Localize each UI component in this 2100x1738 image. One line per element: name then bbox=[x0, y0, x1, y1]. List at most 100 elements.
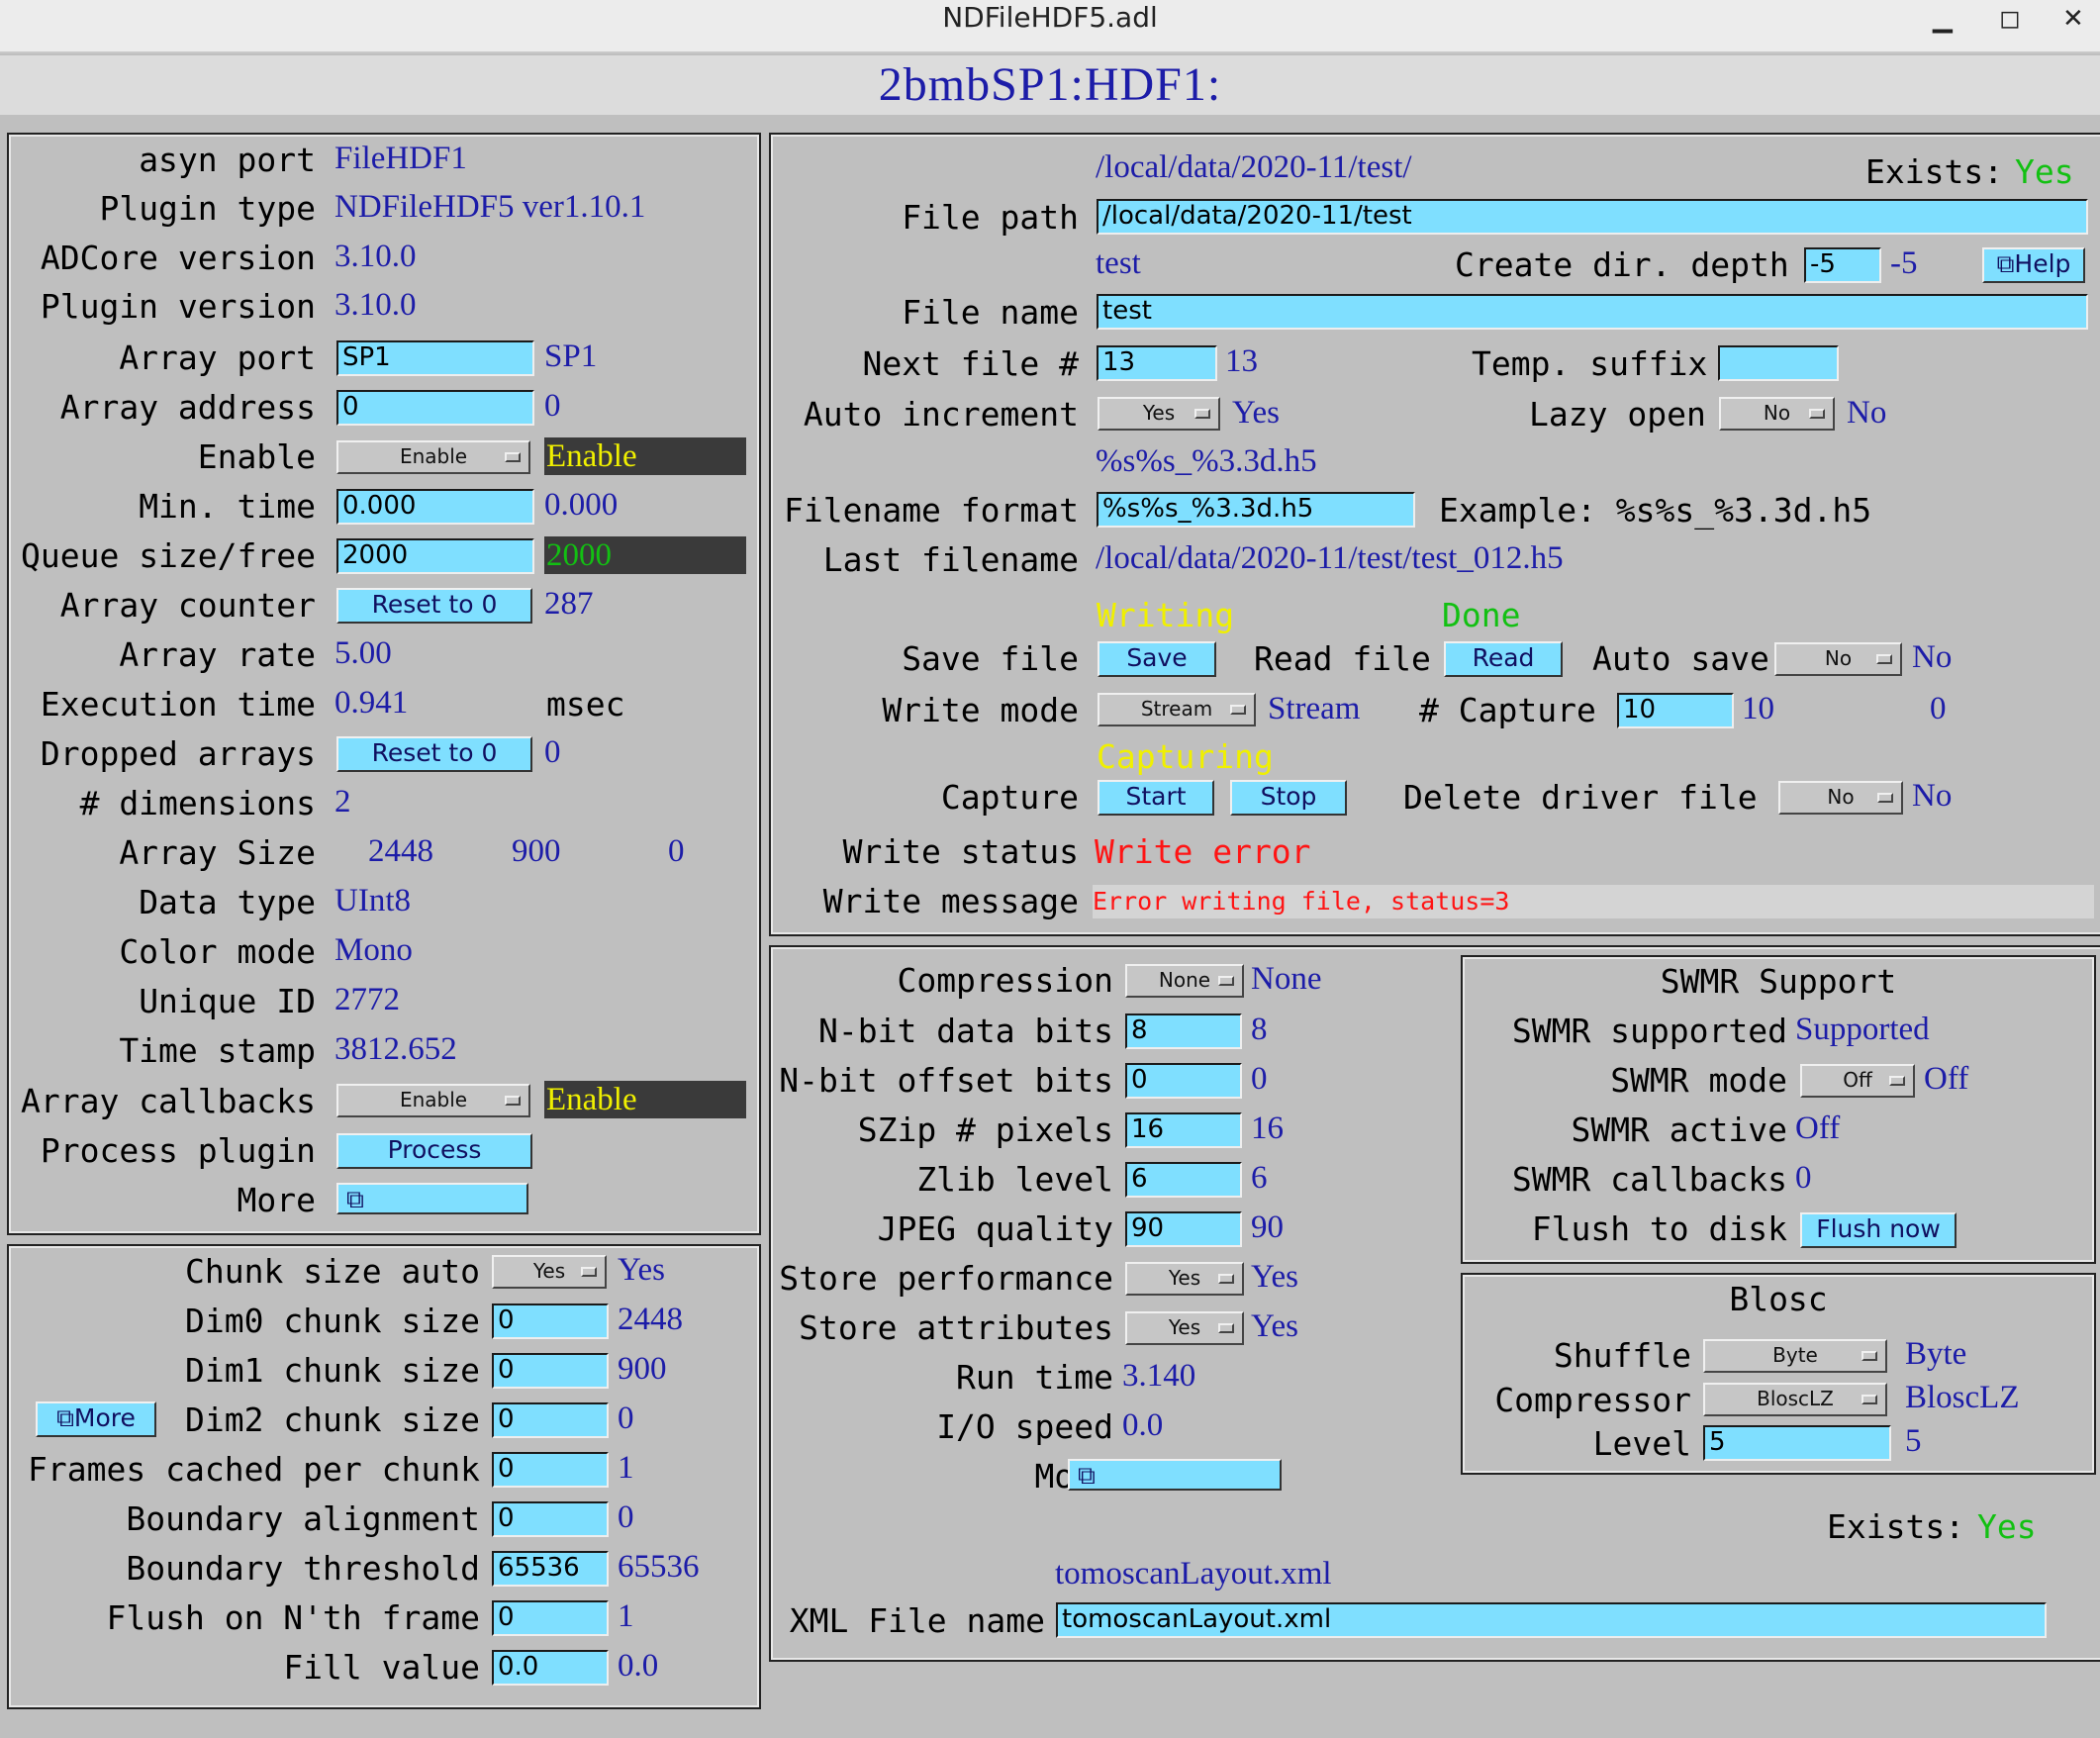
compression-menu[interactable]: None bbox=[1125, 964, 1244, 998]
array-size-x: 2448 bbox=[368, 833, 433, 869]
compressor-menu[interactable]: BloscLZ bbox=[1703, 1383, 1887, 1416]
more-label: More bbox=[237, 1181, 316, 1219]
delete-driver-menu[interactable]: No bbox=[1778, 781, 1903, 815]
filename-format-input[interactable]: %s%s_%3.3d.h5 bbox=[1097, 492, 1415, 528]
chunk-size-auto-value: Yes bbox=[618, 1252, 666, 1288]
store-attributes-menu[interactable]: Yes bbox=[1125, 1311, 1244, 1345]
shuffle-menu[interactable]: Byte bbox=[1703, 1339, 1887, 1373]
dim0-value: 2448 bbox=[618, 1302, 683, 1337]
compression-more-button[interactable]: ⧉ bbox=[1068, 1459, 1282, 1491]
boundary-threshold-input[interactable]: 65536 bbox=[492, 1551, 609, 1587]
store-performance-menu[interactable]: Yes bbox=[1125, 1262, 1244, 1296]
dim1-input[interactable]: 0 bbox=[492, 1353, 609, 1389]
nbit-data-input[interactable]: 8 bbox=[1125, 1014, 1242, 1049]
save-button[interactable]: Save bbox=[1098, 641, 1216, 677]
boundary-threshold-label: Boundary threshold bbox=[126, 1549, 480, 1588]
capture-label: Capture bbox=[940, 778, 1079, 817]
help-button[interactable]: ⧉Help bbox=[1982, 247, 2085, 283]
array-size-z: 0 bbox=[668, 833, 685, 869]
array-callbacks-label: Array callbacks bbox=[20, 1082, 316, 1120]
compressor-label: Compressor bbox=[1494, 1381, 1691, 1419]
flush-nth-input[interactable]: 0 bbox=[492, 1600, 609, 1636]
next-file-input[interactable]: 13 bbox=[1097, 345, 1217, 381]
boundary-alignment-input[interactable]: 0 bbox=[492, 1501, 609, 1537]
dimensions-value: 2 bbox=[334, 784, 351, 820]
jpeg-input[interactable]: 90 bbox=[1125, 1211, 1242, 1247]
frames-cached-input[interactable]: 0 bbox=[492, 1452, 609, 1488]
create-dir-input[interactable]: -5 bbox=[1804, 247, 1881, 283]
num-capture-input[interactable]: 10 bbox=[1617, 693, 1734, 728]
io-speed-value: 0.0 bbox=[1122, 1407, 1164, 1443]
xml-file-input[interactable]: tomoscanLayout.xml bbox=[1056, 1602, 2047, 1638]
lazy-open-menu[interactable]: No bbox=[1719, 397, 1835, 431]
swmr-callbacks-label: SWMR callbacks bbox=[1511, 1160, 1787, 1199]
zlib-value: 6 bbox=[1251, 1160, 1268, 1196]
frames-cached-value: 1 bbox=[618, 1450, 634, 1486]
process-button[interactable]: Process bbox=[336, 1133, 532, 1169]
swmr-mode-menu[interactable]: Off bbox=[1800, 1064, 1915, 1098]
asyn-port-label: asyn port bbox=[139, 141, 316, 179]
store-attributes-value: Yes bbox=[1251, 1308, 1299, 1344]
chunk-more-button[interactable]: ⧉More bbox=[36, 1401, 156, 1437]
array-port-input[interactable]: SP1 bbox=[336, 340, 534, 376]
file-name-input[interactable]: test bbox=[1097, 294, 2088, 330]
level-input[interactable]: 5 bbox=[1703, 1425, 1891, 1461]
boundary-alignment-label: Boundary alignment bbox=[126, 1499, 480, 1538]
szip-input[interactable]: 16 bbox=[1125, 1112, 1242, 1148]
maximize-icon[interactable]: ◻ bbox=[1999, 2, 2021, 36]
run-time-label: Run time bbox=[956, 1358, 1113, 1397]
dim2-input[interactable]: 0 bbox=[492, 1402, 609, 1438]
write-message-label: Write message bbox=[822, 882, 1079, 920]
data-type-label: Data type bbox=[139, 883, 316, 921]
color-mode-label: Color mode bbox=[119, 932, 316, 971]
menu-arrow-icon bbox=[1218, 976, 1234, 986]
auto-increment-menu[interactable]: Yes bbox=[1098, 397, 1220, 431]
file-path-input[interactable]: /local/data/2020-11/test bbox=[1097, 199, 2088, 235]
enable-menu[interactable]: Enable bbox=[336, 440, 530, 474]
dim0-input[interactable]: 0 bbox=[492, 1304, 609, 1339]
chunk-size-auto-menu[interactable]: Yes bbox=[492, 1255, 607, 1289]
auto-save-menu[interactable]: No bbox=[1774, 642, 1902, 676]
array-address-input[interactable]: 0 bbox=[336, 390, 534, 426]
min-time-input[interactable]: 0.000 bbox=[336, 489, 534, 525]
shuffle-value: Byte bbox=[1905, 1336, 1967, 1372]
compressor-menu-label: BloscLZ bbox=[1757, 1387, 1834, 1410]
menu-arrow-icon bbox=[1876, 654, 1892, 664]
reset-dropped-button[interactable]: Reset to 0 bbox=[336, 736, 532, 772]
minimize-icon[interactable]: ▁ bbox=[1933, 2, 1953, 36]
zlib-input[interactable]: 6 bbox=[1125, 1162, 1242, 1198]
asyn-port-value: FileHDF1 bbox=[334, 141, 467, 176]
jpeg-label: JPEG quality bbox=[877, 1209, 1113, 1248]
queue-size-input[interactable]: 2000 bbox=[336, 538, 534, 574]
auto-increment-label: Auto increment bbox=[803, 395, 1079, 434]
dimensions-label: # dimensions bbox=[79, 784, 316, 822]
menu-arrow-icon bbox=[505, 452, 521, 462]
level-label: Level bbox=[1592, 1424, 1691, 1463]
flush-now-button[interactable]: Flush now bbox=[1800, 1212, 1957, 1248]
menu-arrow-icon bbox=[581, 1267, 597, 1277]
fill-value-input[interactable]: 0.0 bbox=[492, 1650, 609, 1686]
nbit-offset-input[interactable]: 0 bbox=[1125, 1063, 1242, 1099]
capture-start-button[interactable]: Start bbox=[1098, 780, 1214, 816]
write-mode-menu[interactable]: Stream bbox=[1098, 693, 1256, 726]
nbit-offset-label: N-bit offset bits bbox=[779, 1061, 1113, 1100]
reset-counter-button[interactable]: Reset to 0 bbox=[336, 588, 532, 624]
array-callbacks-menu[interactable]: Enable bbox=[336, 1084, 530, 1117]
time-stamp-label: Time stamp bbox=[119, 1031, 316, 1070]
swmr-mode-label: SWMR mode bbox=[1610, 1061, 1787, 1100]
close-icon[interactable]: ✕ bbox=[2062, 2, 2084, 36]
temp-suffix-input[interactable] bbox=[1718, 345, 1839, 381]
dim2-label: Dim2 chunk size bbox=[184, 1400, 480, 1439]
enable-label: Enable bbox=[197, 437, 316, 476]
chunk-size-auto-label: Chunk size auto bbox=[184, 1252, 480, 1291]
flush-nth-value: 1 bbox=[618, 1598, 634, 1634]
capture-stop-button[interactable]: Stop bbox=[1230, 780, 1347, 816]
more-button[interactable]: ⧉ bbox=[336, 1183, 528, 1214]
nbit-data-value: 8 bbox=[1251, 1012, 1268, 1047]
read-button[interactable]: Read bbox=[1444, 641, 1563, 677]
lazy-open-menu-label: No bbox=[1763, 401, 1791, 425]
chunk-size-auto-menu-label: Yes bbox=[532, 1259, 566, 1283]
enable-value: Enable bbox=[544, 437, 746, 475]
num-captured-value: 0 bbox=[1930, 691, 1947, 726]
write-status-label: Write status bbox=[842, 832, 1079, 871]
